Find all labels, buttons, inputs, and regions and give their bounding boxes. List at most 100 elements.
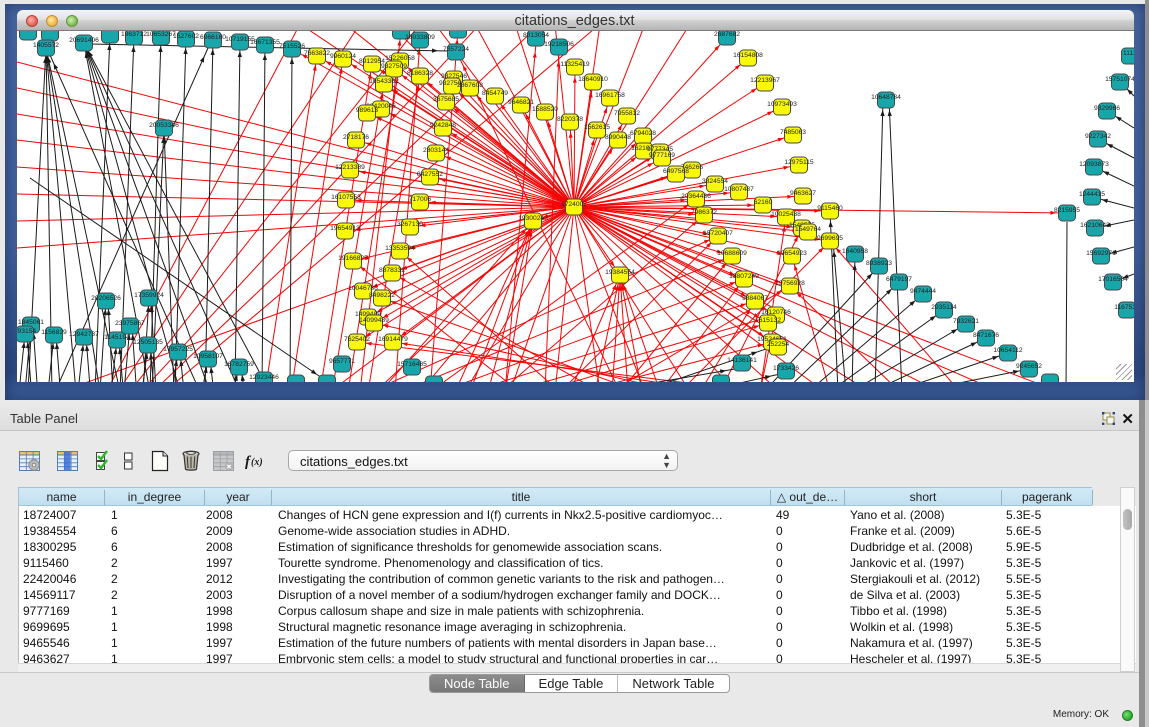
svg-text:6966160: 6966160 xyxy=(200,34,226,41)
svg-text:10807487: 10807487 xyxy=(724,186,754,193)
svg-text:11325419: 11325419 xyxy=(560,61,590,68)
svg-text:2803144: 2803144 xyxy=(423,147,449,154)
svg-text:1244415: 1244415 xyxy=(1079,191,1105,198)
svg-text:12213967: 12213967 xyxy=(750,77,780,84)
svg-text:12923446: 12923446 xyxy=(249,374,279,381)
svg-text:12942737: 12942737 xyxy=(69,331,99,338)
svg-text:16107553: 16107553 xyxy=(331,194,361,201)
svg-text:7357224: 7357224 xyxy=(443,46,469,53)
svg-text:10688609: 10688609 xyxy=(717,250,747,257)
svg-text:989613: 989613 xyxy=(356,107,379,114)
svg-text:6479197: 6479197 xyxy=(886,276,912,283)
svg-text:9242848: 9242848 xyxy=(430,122,456,129)
svg-text:1562615: 1562615 xyxy=(584,124,610,131)
svg-text:12975115: 12975115 xyxy=(784,159,814,166)
svg-text:6497568: 6497568 xyxy=(663,168,689,175)
svg-text:7663822: 7663822 xyxy=(304,50,330,57)
svg-text:1615132: 1615132 xyxy=(755,317,781,324)
svg-text:15720407: 15720407 xyxy=(703,230,733,237)
svg-text:16543362: 16543362 xyxy=(369,78,399,85)
svg-text:3267130: 3267130 xyxy=(397,221,423,228)
svg-text:1963712: 1963712 xyxy=(121,31,147,38)
svg-text:19654913: 19654913 xyxy=(330,225,360,232)
svg-text:1845061: 1845061 xyxy=(18,319,44,326)
svg-text:2718176: 2718176 xyxy=(343,134,369,141)
svg-text:19756928: 19756928 xyxy=(775,280,805,287)
svg-text:7625402: 7625402 xyxy=(344,336,370,343)
svg-text:19218506: 19218506 xyxy=(544,41,574,48)
svg-text:9245652: 9245652 xyxy=(1016,363,1042,370)
svg-text:15751074: 15751074 xyxy=(1105,76,1134,83)
svg-text:7932621: 7932621 xyxy=(953,318,979,325)
svg-text:16671355: 16671355 xyxy=(250,39,280,46)
svg-text:8878332: 8878332 xyxy=(379,267,405,274)
svg-text:12213389: 12213389 xyxy=(335,164,365,171)
svg-text:20364436: 20364436 xyxy=(681,193,711,200)
svg-text:9884067: 9884067 xyxy=(742,295,768,302)
svg-text:10973493: 10973493 xyxy=(767,101,797,108)
svg-text:1724007: 1724007 xyxy=(561,201,587,208)
svg-text:1156829: 1156829 xyxy=(41,329,67,336)
svg-text:9115460: 9115460 xyxy=(817,205,843,212)
svg-text:8471676: 8471676 xyxy=(973,332,999,339)
svg-text:1549764: 1549764 xyxy=(795,226,821,233)
svg-text:9657771: 9657771 xyxy=(329,358,355,365)
svg-text:7986372: 7986372 xyxy=(691,209,717,216)
svg-text:19300243: 19300243 xyxy=(518,215,548,222)
svg-text:17359924: 17359924 xyxy=(134,292,164,299)
svg-text:8220378: 8220378 xyxy=(557,116,583,123)
svg-text:6794028: 6794028 xyxy=(630,130,656,137)
svg-text:10654112: 10654112 xyxy=(993,347,1023,354)
svg-text:252254: 252254 xyxy=(767,341,790,348)
svg-text:19384554: 19384554 xyxy=(605,269,635,276)
svg-text:1588520: 1588520 xyxy=(532,106,558,113)
svg-text:9463627: 9463627 xyxy=(790,190,816,197)
svg-text:3824554: 3824554 xyxy=(702,178,728,185)
svg-text:10653267: 10653267 xyxy=(146,31,176,38)
svg-text:9960124: 9960124 xyxy=(330,53,356,60)
svg-text:7515526: 7515526 xyxy=(279,43,305,50)
svg-text:10046786: 10046786 xyxy=(348,285,378,292)
svg-text:8938923: 8938923 xyxy=(866,260,892,267)
svg-text:8990448: 8990448 xyxy=(605,134,631,141)
svg-text:2687682: 2687682 xyxy=(714,31,740,38)
svg-text:8813054: 8813054 xyxy=(523,32,549,39)
svg-text:1167534: 1167534 xyxy=(1114,304,1134,311)
svg-text:20206526: 20206526 xyxy=(91,295,121,302)
svg-text:9329966: 9329966 xyxy=(1094,105,1120,112)
svg-text:1405572: 1405572 xyxy=(33,42,59,49)
svg-text:1145194: 1145194 xyxy=(104,334,130,341)
svg-text:10648784: 10648784 xyxy=(871,94,901,101)
svg-text:23975867: 23975867 xyxy=(115,320,145,327)
svg-text:13353594: 13353594 xyxy=(385,245,415,252)
svg-text:16154808: 16154808 xyxy=(733,52,763,59)
svg-text:8215955: 8215955 xyxy=(1054,207,1080,214)
svg-text:18640910: 18640910 xyxy=(578,76,608,83)
svg-text:7955812: 7955812 xyxy=(614,110,640,117)
svg-text:10958107: 10958107 xyxy=(193,353,223,360)
svg-text:16033809: 16033809 xyxy=(405,34,435,41)
svg-text:16961758: 16961758 xyxy=(595,92,625,99)
svg-text:9327509: 9327509 xyxy=(381,63,407,70)
svg-text:62160: 62160 xyxy=(754,199,773,206)
svg-text:16782759: 16782759 xyxy=(224,361,254,368)
svg-text:15692971: 15692971 xyxy=(1086,250,1116,257)
svg-text:10025438: 10025438 xyxy=(771,211,801,218)
svg-text:17016504: 17016504 xyxy=(1098,276,1128,283)
svg-text:1640958: 1640958 xyxy=(842,248,868,255)
svg-text:8454749: 8454749 xyxy=(482,90,508,97)
svg-text:12505135: 12505135 xyxy=(133,339,163,346)
svg-text:393154: 393154 xyxy=(17,328,36,335)
svg-text:12093873: 12093873 xyxy=(1079,161,1109,168)
svg-text:8427552: 8427552 xyxy=(417,171,443,178)
svg-text:1733426: 1733426 xyxy=(773,365,799,372)
svg-text:14099489: 14099489 xyxy=(359,317,389,324)
svg-text:9646821: 9646821 xyxy=(508,99,534,106)
svg-text:20053346: 20053346 xyxy=(149,122,179,129)
svg-text:19654923: 19654923 xyxy=(777,250,807,257)
svg-text:16210643: 16210643 xyxy=(1080,222,1110,229)
svg-text:9777169: 9777169 xyxy=(649,152,675,159)
svg-text:9474444: 9474444 xyxy=(910,288,936,295)
svg-text:1112: 1112 xyxy=(1123,50,1134,57)
svg-text:8186328: 8186328 xyxy=(407,70,433,77)
